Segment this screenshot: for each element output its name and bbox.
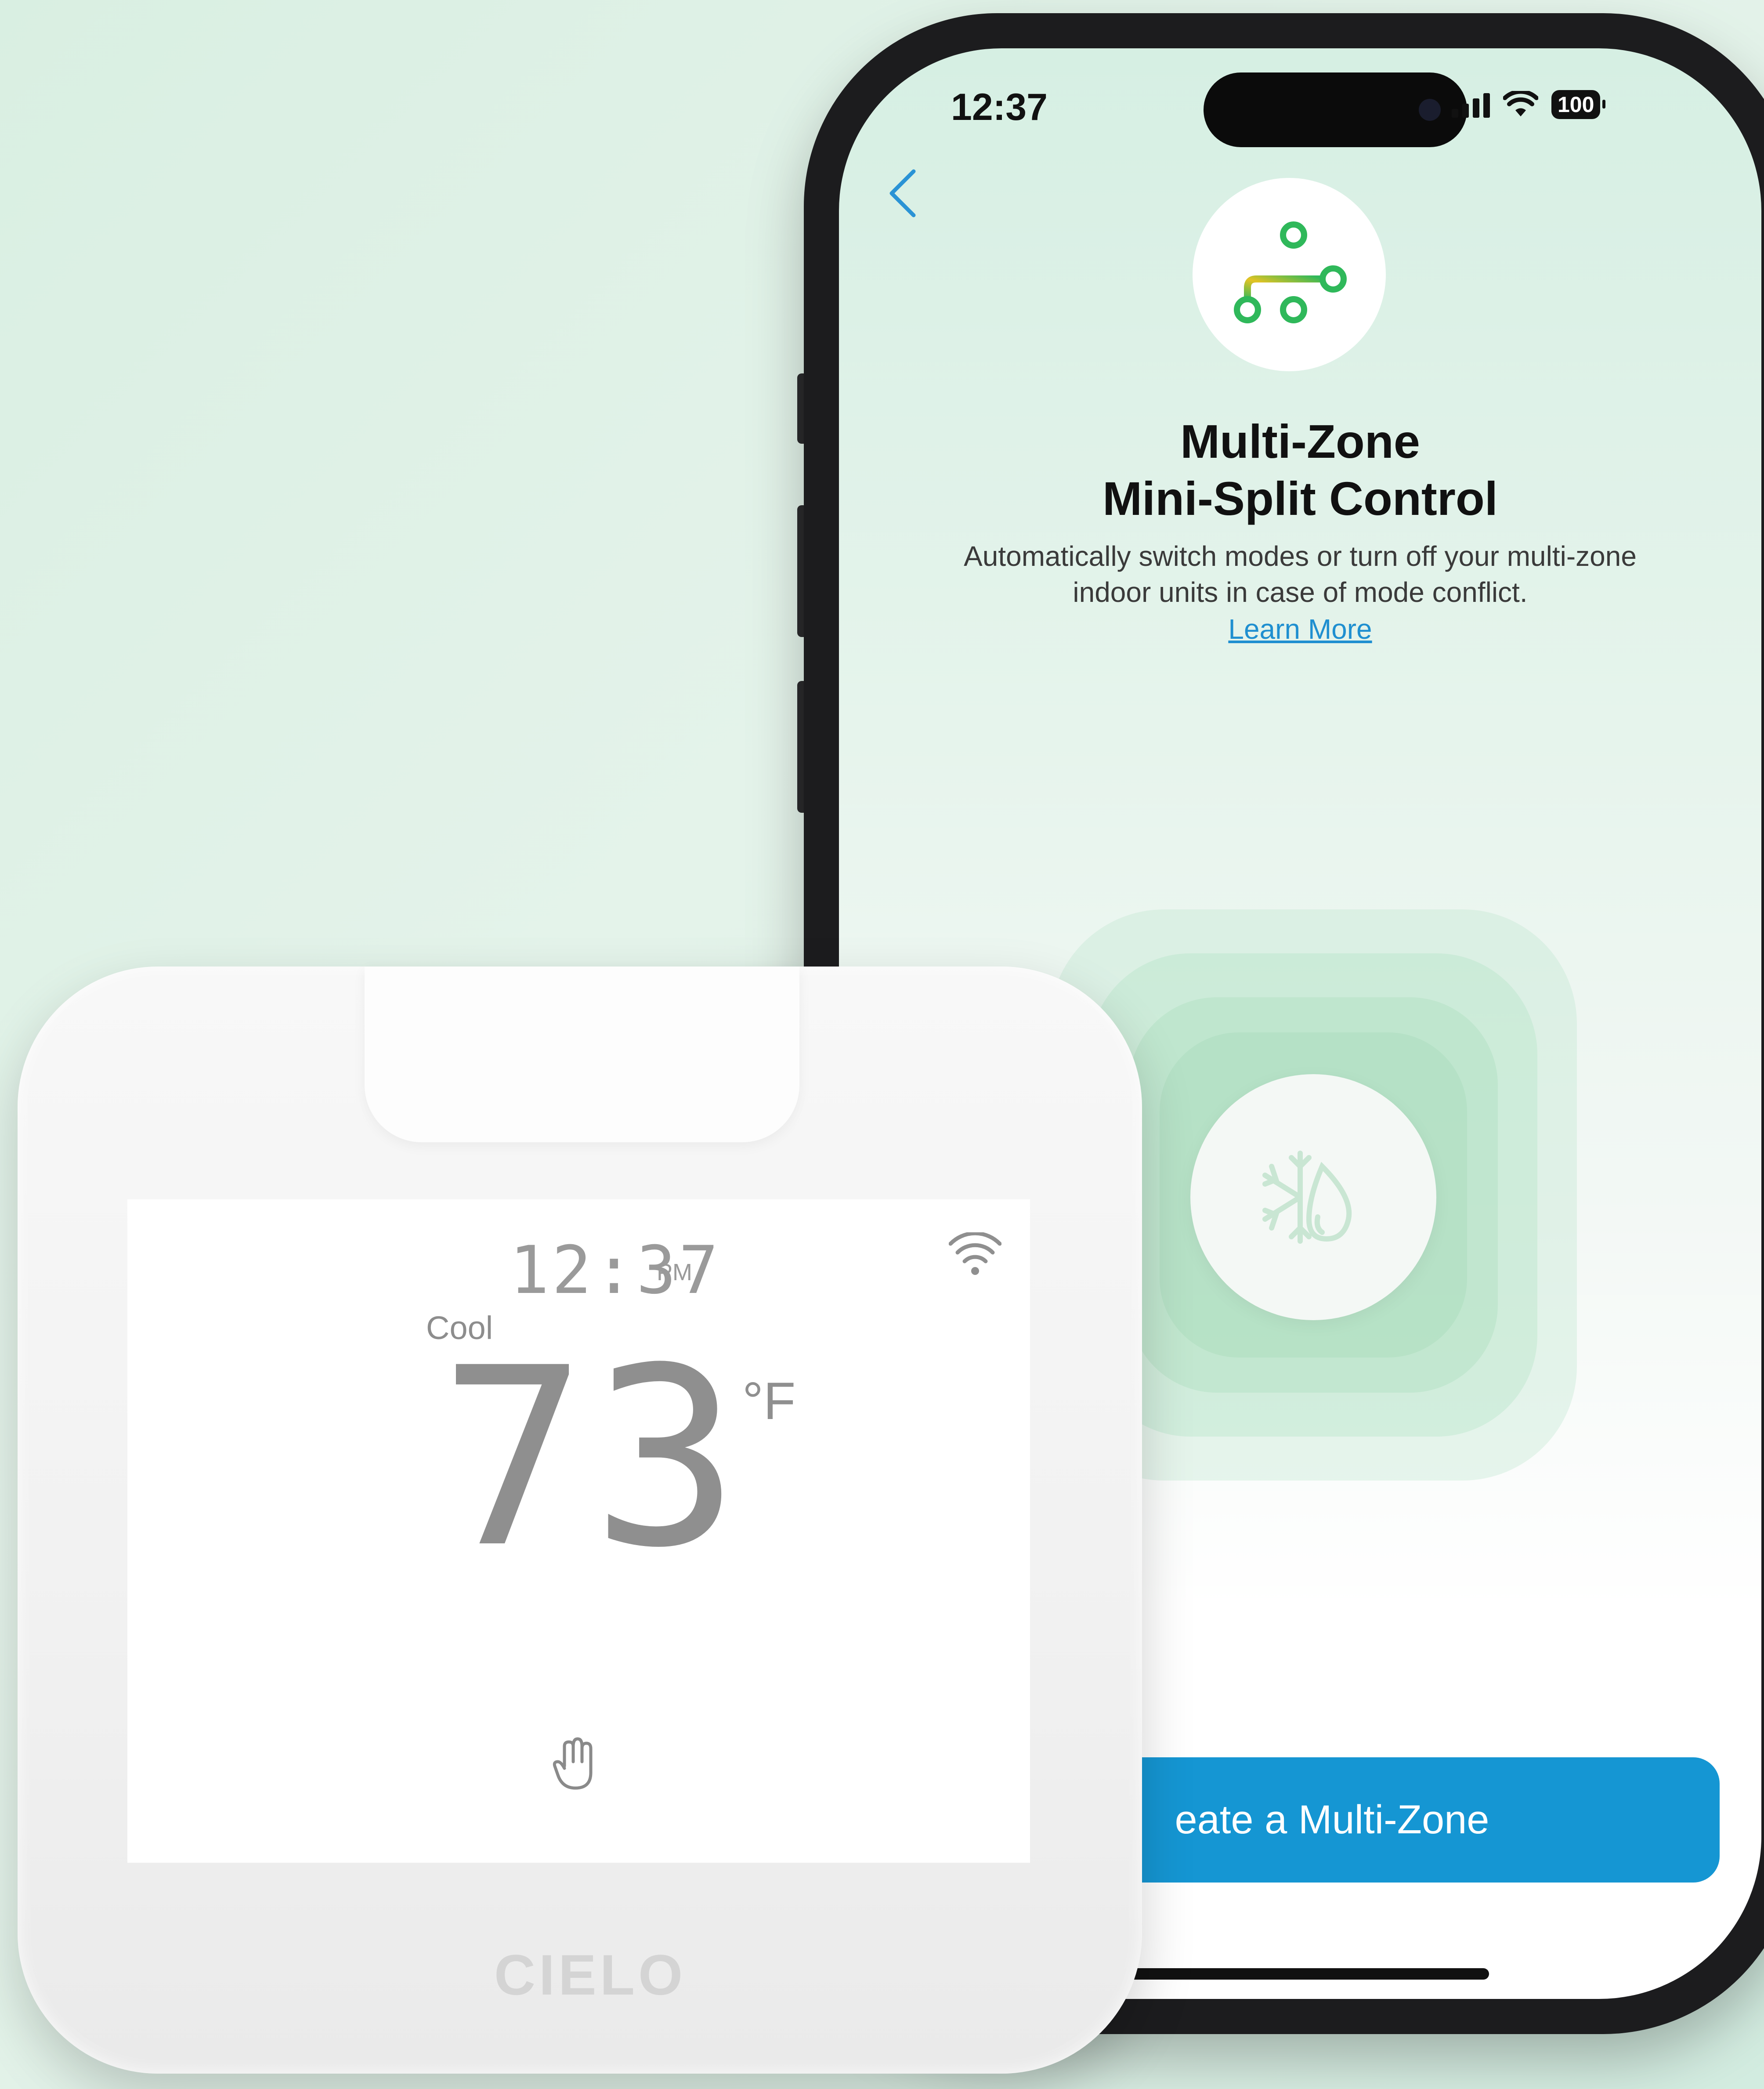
hand-icon (551, 1735, 600, 1795)
display-unit: °F (742, 1372, 796, 1430)
back-button[interactable] (878, 163, 927, 224)
feature-title-line2: Mini-Split Control (1102, 472, 1498, 525)
wifi-status-icon (1503, 91, 1538, 116)
multi-zone-branch-icon (1234, 221, 1347, 323)
status-time: 12:37 (951, 86, 1048, 128)
dynamic-island (1204, 72, 1467, 147)
thermostat-top-tab (365, 967, 799, 1142)
thermostat-device: 12:37 PM Cool 73 °F CIELO (18, 967, 1142, 2074)
battery-indicator: 100 (1551, 90, 1606, 119)
home-indicator[interactable] (1107, 1968, 1489, 1980)
mode-icon-circle (1190, 1074, 1436, 1320)
learn-more-link[interactable]: Learn More (839, 613, 1761, 645)
feature-title-line1: Multi-Zone (1180, 415, 1420, 468)
feature-description: Automatically switch modes or turn off y… (964, 540, 1637, 608)
display-ampm: PM (657, 1259, 692, 1285)
thermostat-display: 12:37 PM Cool 73 °F (127, 1199, 1030, 1863)
wifi-icon (948, 1231, 1002, 1278)
display-temperature: 73 (439, 1315, 745, 1602)
signal-icon (1452, 91, 1490, 118)
brand-logo: CIELO (494, 1943, 687, 2007)
cool-dry-mode-icon (1262, 1151, 1352, 1244)
chevron-left-icon (889, 169, 916, 217)
camera-icon (1419, 99, 1441, 121)
feature-title: Multi-Zone Mini-Split Control (839, 413, 1761, 527)
status-icons: 100 (1452, 90, 1606, 119)
stage: 12:37 100 Multi-Zone Mini-Split Control … (0, 0, 1764, 2089)
feature-icon-badge (1193, 178, 1386, 371)
